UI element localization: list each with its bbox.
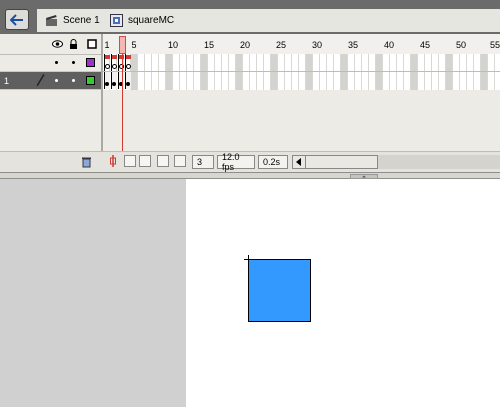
- registration-point-icon: [244, 255, 253, 264]
- visibility-dot[interactable]: [55, 79, 58, 82]
- edit-multiple-frames-button[interactable]: [157, 155, 169, 167]
- back-button[interactable]: [5, 9, 29, 30]
- breadcrumb-symbol[interactable]: squareMC: [110, 14, 174, 27]
- layer-name: 1: [4, 76, 10, 86]
- ruler-label: 10: [167, 40, 179, 50]
- current-frame-readout: 3: [192, 155, 214, 169]
- onion-skin-button[interactable]: [124, 155, 136, 167]
- lock-dot[interactable]: [72, 61, 75, 64]
- modify-onion-markers-button[interactable]: [174, 155, 186, 167]
- frame-label-flag: [105, 55, 110, 59]
- lock-dot[interactable]: [72, 79, 75, 82]
- visibility-dot[interactable]: [55, 61, 58, 64]
- pencil-icon: [36, 73, 46, 89]
- outline-color-swatch[interactable]: [86, 76, 95, 85]
- breadcrumb-scene[interactable]: Scene 1: [45, 14, 100, 27]
- trash-icon[interactable]: [81, 156, 92, 170]
- eye-icon[interactable]: [52, 39, 63, 49]
- movieclip-symbol-icon: [110, 14, 123, 27]
- ruler-label: 50: [455, 40, 467, 50]
- breadcrumb: Scene 1 squareMC: [37, 9, 500, 32]
- keyframe[interactable]: [125, 72, 131, 89]
- frame-label-flag: [126, 55, 131, 59]
- onion-skin-outlines-button[interactable]: [139, 155, 151, 167]
- stage[interactable]: [186, 179, 500, 407]
- ruler-label: 30: [311, 40, 323, 50]
- frame-ruler[interactable]: 1 5 10 15 20 25 30 35 40 45 50 55: [103, 34, 500, 55]
- clapperboard-icon: [45, 14, 58, 27]
- keyframe[interactable]: [111, 72, 117, 89]
- ruler-label: 40: [383, 40, 395, 50]
- layer-row-selected[interactable]: 1: [0, 72, 101, 90]
- elapsed-time-readout: 0.2s: [258, 155, 288, 169]
- layer-row[interactable]: [0, 54, 101, 72]
- ruler-label: 35: [347, 40, 359, 50]
- playhead[interactable]: [119, 36, 126, 54]
- panel-splitter[interactable]: [0, 172, 500, 179]
- keyframe[interactable]: [118, 72, 124, 89]
- frame-grid[interactable]: [103, 54, 500, 90]
- ruler-label: 55: [489, 40, 500, 50]
- ruler-label: 5: [131, 40, 137, 50]
- outline-icon[interactable]: [86, 39, 97, 49]
- timeline-footer: 3 12.0 fps 0.2s: [0, 151, 500, 172]
- frame-rate-readout[interactable]: 12.0 fps: [217, 152, 255, 172]
- ruler-label: 20: [239, 40, 251, 50]
- ruler-label: 45: [419, 40, 431, 50]
- edit-bar: Scene 1 squareMC: [0, 0, 500, 34]
- timeline-panel: 1 5 10 15 20 25 30 35 40 45 50 55 1 3 12…: [0, 34, 500, 172]
- back-arrow-icon: [10, 13, 23, 26]
- timeline-scrollbar[interactable]: [292, 155, 378, 169]
- ruler-label: 15: [203, 40, 215, 50]
- lock-icon[interactable]: [68, 39, 79, 49]
- ruler-label: 25: [275, 40, 287, 50]
- scrollbar-track[interactable]: [378, 155, 500, 169]
- scroll-left-arrow-icon[interactable]: [293, 156, 306, 168]
- frame-label-flag: [112, 55, 117, 59]
- symbol-label: squareMC: [128, 15, 175, 26]
- keyframe[interactable]: [104, 72, 110, 89]
- ruler-label: 1: [104, 40, 110, 50]
- outline-color-swatch[interactable]: [86, 58, 95, 67]
- blue-square-shape[interactable]: [248, 259, 311, 322]
- center-frame-icon[interactable]: [107, 155, 119, 167]
- layer-header: [0, 34, 101, 55]
- scene-label: Scene 1: [63, 15, 100, 26]
